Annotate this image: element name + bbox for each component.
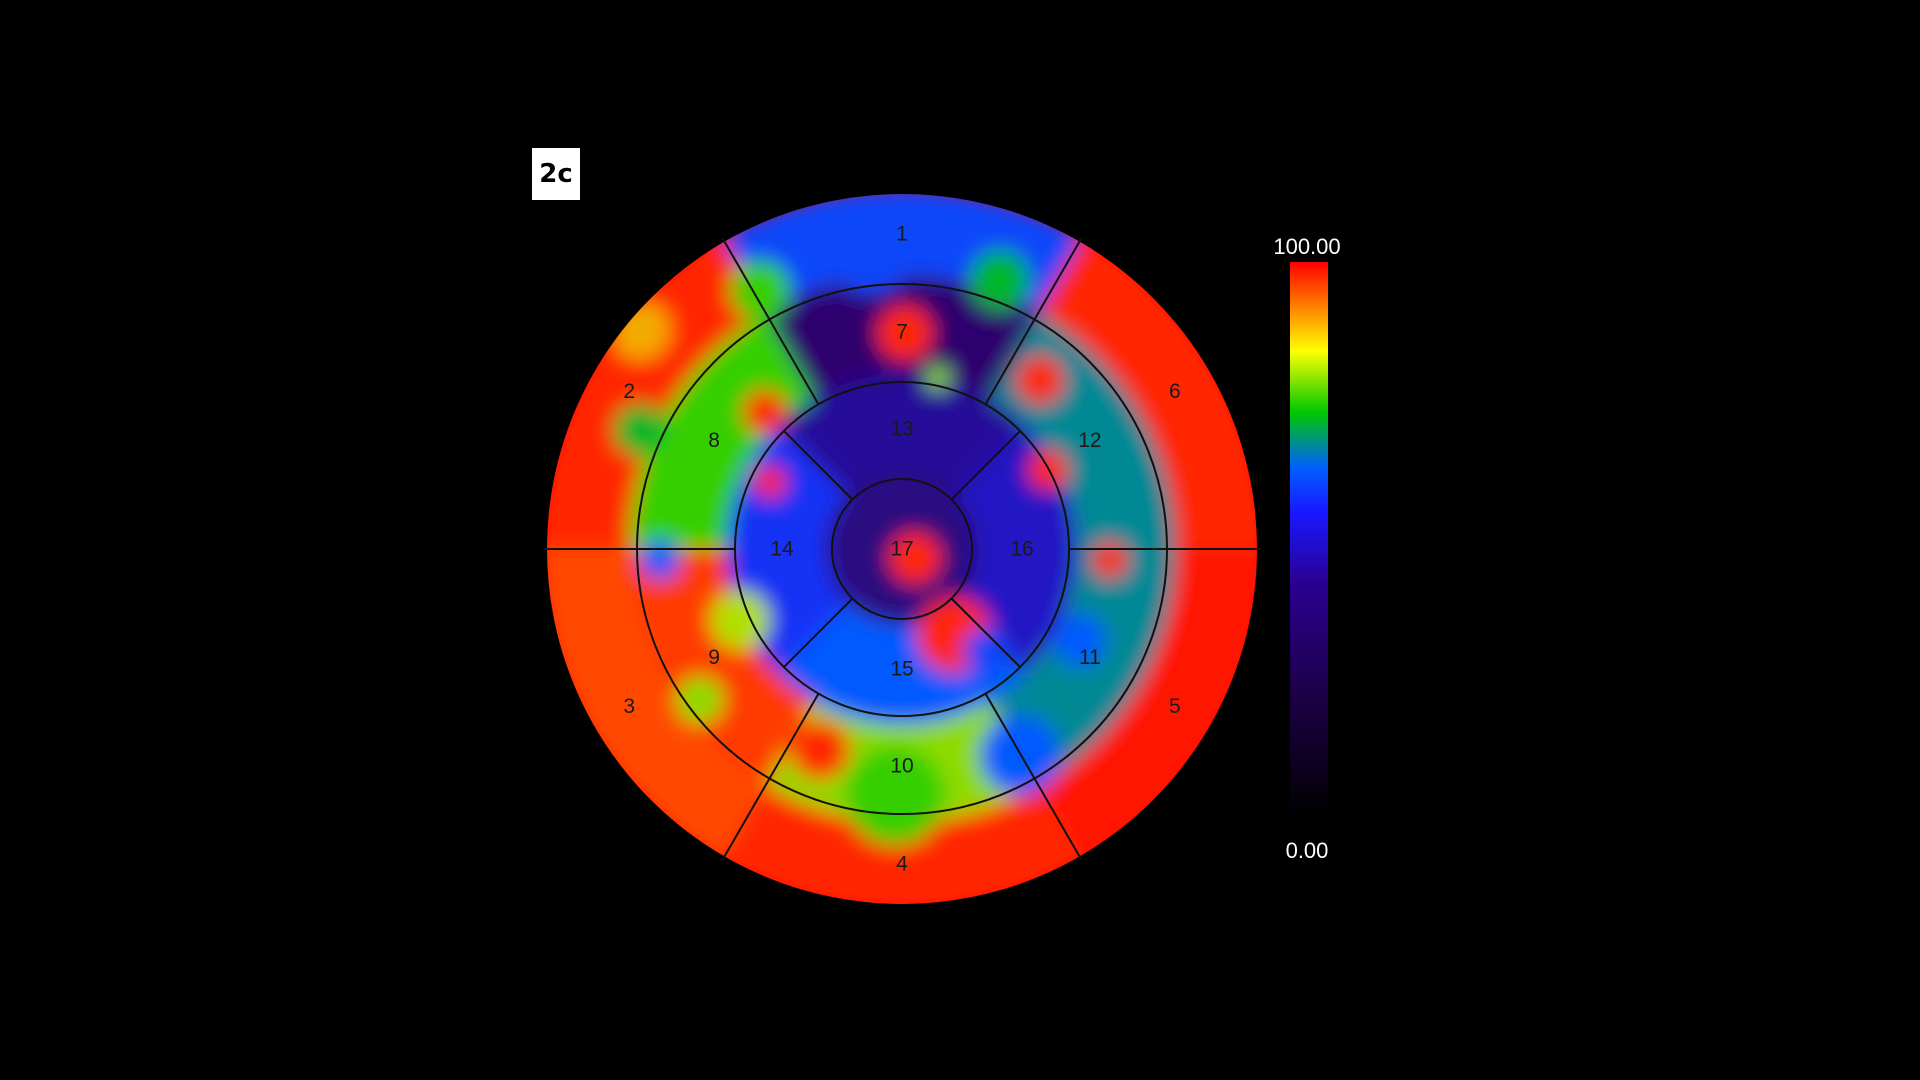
segment-label-12: 12 (1078, 429, 1101, 452)
segment-label-5: 5 (1169, 695, 1181, 718)
segment-label-3: 3 (623, 695, 635, 718)
heat-spot (754, 466, 786, 498)
heat-spot (970, 250, 1030, 310)
heat-spot (640, 540, 680, 580)
bullseye-plot: 1234567891011121314151617 (543, 194, 1261, 904)
segment-label-14: 14 (770, 538, 794, 561)
heat-spot (963, 628, 1007, 672)
segment-label-1: 1 (896, 223, 908, 246)
heat-spot (1092, 542, 1128, 578)
color-scale-max-label: 100.00 (1273, 234, 1341, 259)
heat-spot (743, 390, 787, 434)
heat-spot (610, 300, 670, 360)
segment-label-13: 13 (890, 418, 913, 441)
segment-label-10: 10 (890, 755, 913, 778)
segment-label-6: 6 (1169, 380, 1181, 403)
segment-label-4: 4 (896, 853, 908, 876)
segment-label-9: 9 (708, 646, 720, 669)
heat-spot (826, 206, 914, 294)
bullseye-figure: 2c 1 2 3 4 5 6 7 8 9 10 11 12 13 14 15 1… (0, 0, 1920, 1080)
segment-label-11: 11 (1079, 646, 1101, 669)
segment-label-7: 7 (896, 321, 908, 344)
color-scale-min-label: 0.00 (1285, 838, 1329, 863)
heat-spot (710, 590, 770, 650)
heat-spot (1016, 356, 1064, 404)
heat-spot (730, 260, 790, 320)
segment-label-15: 15 (890, 658, 913, 681)
segment-label-2: 2 (623, 380, 635, 403)
segment-label-17: 17 (890, 538, 913, 561)
color-scale-bar (1290, 262, 1328, 818)
segment-label-16: 16 (1010, 538, 1033, 561)
heat-spot (646, 436, 714, 504)
segment-label-8: 8 (708, 429, 720, 452)
